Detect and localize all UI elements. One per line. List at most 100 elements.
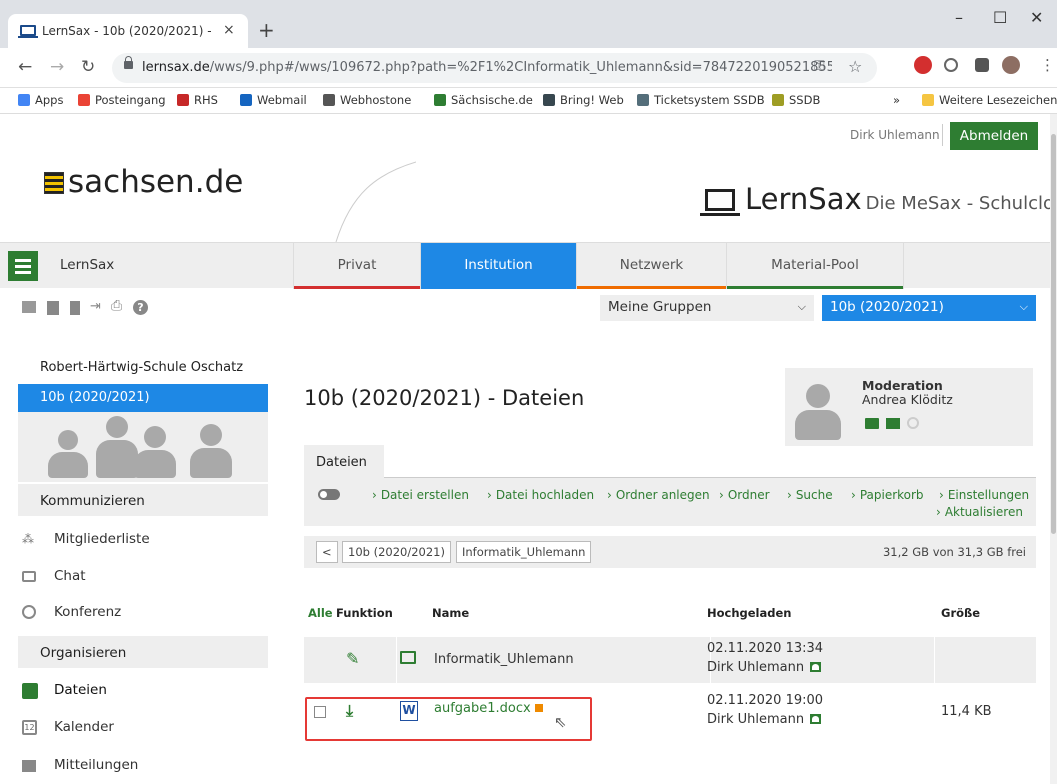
mail-icon[interactable]	[886, 418, 900, 429]
action-ordner-anlegen[interactable]: › Ordner anlegen	[607, 488, 710, 502]
window-close-button[interactable]: ✕	[1030, 8, 1043, 27]
moderator-avatar	[795, 380, 841, 440]
bookmark-item[interactable]: Webmail	[240, 93, 307, 107]
bookmark-item[interactable]: Apps	[18, 93, 63, 107]
sitemap-icon[interactable]	[22, 301, 36, 313]
print-icon[interactable]: ⎙	[111, 298, 122, 314]
bookmark-star-icon[interactable]: ☆	[848, 57, 862, 76]
bookmark-item[interactable]: Ticketsystem SSDB	[637, 93, 765, 107]
bring-icon	[543, 94, 555, 106]
help-icon[interactable]: ?	[133, 300, 148, 315]
bookmarks-overflow-button[interactable]: »	[893, 93, 900, 107]
class-select[interactable]: 10b (2020/2021) ⌵	[822, 295, 1036, 321]
path-crumb-group[interactable]: 10b (2020/2021)	[342, 541, 451, 563]
user-card-icon[interactable]	[810, 662, 822, 672]
bookmark-item[interactable]: Sächsische.de	[434, 93, 533, 107]
moderation-label: Moderation	[862, 378, 943, 393]
logout-button[interactable]: Abmelden	[950, 122, 1038, 150]
column-header-size[interactable]: Größe	[941, 606, 980, 620]
bookmark-item[interactable]: RHS	[177, 93, 218, 107]
free-space: 31,2 GB von 31,3 GB frei	[882, 545, 1026, 559]
adblock-extension-icon[interactable]	[914, 56, 932, 74]
group-members-avatars	[18, 412, 268, 482]
webmail-icon	[240, 94, 252, 106]
tab-institution[interactable]: Institution	[420, 243, 576, 289]
school-name: Robert-Härtwig-Schule Oschatz	[40, 360, 244, 375]
column-header-uploaded[interactable]: Hochgeladen	[707, 606, 791, 620]
group-category-select[interactable]: Meine Gruppen ⌵	[600, 295, 814, 321]
divider	[942, 124, 943, 146]
address-bar[interactable]: lernsax.de/wws/9.php#/wws/109672.php?pat…	[112, 53, 877, 83]
tab-dateien[interactable]: Dateien	[304, 445, 384, 478]
messages-icon	[22, 760, 36, 772]
page-title: 10b (2020/2021) - Dateien	[304, 386, 585, 410]
member-avatar	[48, 418, 88, 478]
extension-circle-icon[interactable]	[944, 58, 958, 72]
back-arrow-icon[interactable]: ←	[18, 57, 32, 77]
moderation-panel: Moderation Andrea Klöditz	[785, 368, 1033, 446]
ticketsystem-icon	[637, 94, 649, 106]
status-icon	[907, 417, 919, 429]
current-group[interactable]: 10b (2020/2021)	[18, 384, 268, 412]
action-ordner[interactable]: › Ordner	[719, 488, 770, 502]
edit-pencil-icon[interactable]: ✎	[346, 649, 359, 668]
file-action-bar: › Datei erstellen › Datei hochladen › Ordne…	[304, 478, 1036, 526]
export-icon[interactable]: ⇥	[90, 299, 101, 314]
saechsische-icon	[434, 94, 446, 106]
path-crumb-folder[interactable]: Informatik_Uhlemann	[456, 541, 592, 563]
path-bar: < 10b (2020/2021) Informatik_Uhlemann 31…	[304, 536, 1036, 568]
lock-icon	[124, 56, 133, 69]
tab-privat[interactable]: Privat	[293, 243, 420, 289]
file-tabs: Dateien	[304, 445, 1036, 478]
action-einstellungen[interactable]: › Einstellungen	[939, 488, 1029, 502]
chevron-down-icon: ⌵	[1019, 300, 1028, 313]
page-scrollbar[interactable]	[1050, 114, 1057, 784]
hamburger-menu-button[interactable]	[8, 251, 38, 281]
window-minimize-button[interactable]: –	[955, 8, 963, 27]
bookmark-item[interactable]: Bring! Web	[543, 93, 624, 107]
contact-card-icon[interactable]	[865, 418, 879, 429]
action-suche[interactable]: › Suche	[787, 488, 833, 502]
bookmark-item[interactable]: Posteingang	[78, 93, 166, 107]
apps-icon	[18, 94, 30, 106]
file-name[interactable]: Informatik_Uhlemann	[434, 652, 574, 667]
notes-icon[interactable]	[47, 301, 59, 315]
profile-avatar[interactable]	[1002, 56, 1020, 74]
browser-toolbar: ← → ↻ lernsax.de/wws/9.php#/wws/109672.p…	[0, 48, 1057, 88]
bookmarks-bar: Apps Posteingang RHS Webmail Webhostone …	[0, 88, 1057, 114]
path-back-button[interactable]: <	[316, 541, 338, 563]
toggle-switch[interactable]	[318, 489, 340, 500]
column-header-name[interactable]: Name	[432, 606, 469, 620]
other-bookmarks-folder[interactable]: Weitere Lesezeichen	[922, 93, 1057, 107]
rhs-icon	[177, 94, 189, 106]
bookmark-item[interactable]: Webhostone	[323, 93, 411, 107]
browser-tab[interactable]: LernSax - 10b (2020/2021) - Date ×	[8, 14, 248, 48]
members-icon: ⁂	[22, 532, 34, 546]
folder-icon	[400, 651, 416, 664]
reload-icon[interactable]: ↻	[81, 57, 95, 77]
webhostone-icon	[323, 94, 335, 106]
user-card-icon[interactable]	[810, 714, 822, 724]
new-tab-button[interactable]: +	[258, 18, 275, 42]
tab-close-icon[interactable]: ×	[223, 22, 235, 38]
key-icon[interactable]: ⚿	[814, 58, 825, 74]
forward-arrow-icon[interactable]: →	[50, 57, 64, 77]
action-papierkorb[interactable]: › Papierkorb	[851, 488, 924, 502]
select-all-link[interactable]: Alle	[308, 606, 333, 620]
upload-user: Dirk Uhlemann	[707, 712, 822, 727]
window-maximize-button[interactable]: ☐	[993, 8, 1007, 27]
browser-menu-icon[interactable]: ⋮	[1040, 56, 1055, 74]
file-size: 11,4 KB	[941, 704, 992, 719]
tab-netzwerk[interactable]: Netzwerk	[576, 243, 726, 289]
sachsen-logo[interactable]: sachsen.de	[44, 164, 243, 200]
action-datei-hochladen[interactable]: › Datei hochladen	[487, 488, 594, 502]
extensions-puzzle-icon[interactable]	[975, 58, 989, 72]
bookmark-icon[interactable]	[70, 301, 80, 315]
bookmark-item[interactable]: SSDB	[772, 93, 820, 107]
tab-material-pool[interactable]: Material-Pool	[726, 243, 904, 289]
action-datei-erstellen[interactable]: › Datei erstellen	[372, 488, 469, 502]
chat-icon	[22, 571, 36, 582]
nav-brand: LernSax	[60, 257, 115, 273]
action-aktualisieren[interactable]: › Aktualisieren	[936, 505, 1023, 519]
lernsax-logo[interactable]: LernSax Die MeSax - Schulcloud	[700, 182, 1057, 216]
